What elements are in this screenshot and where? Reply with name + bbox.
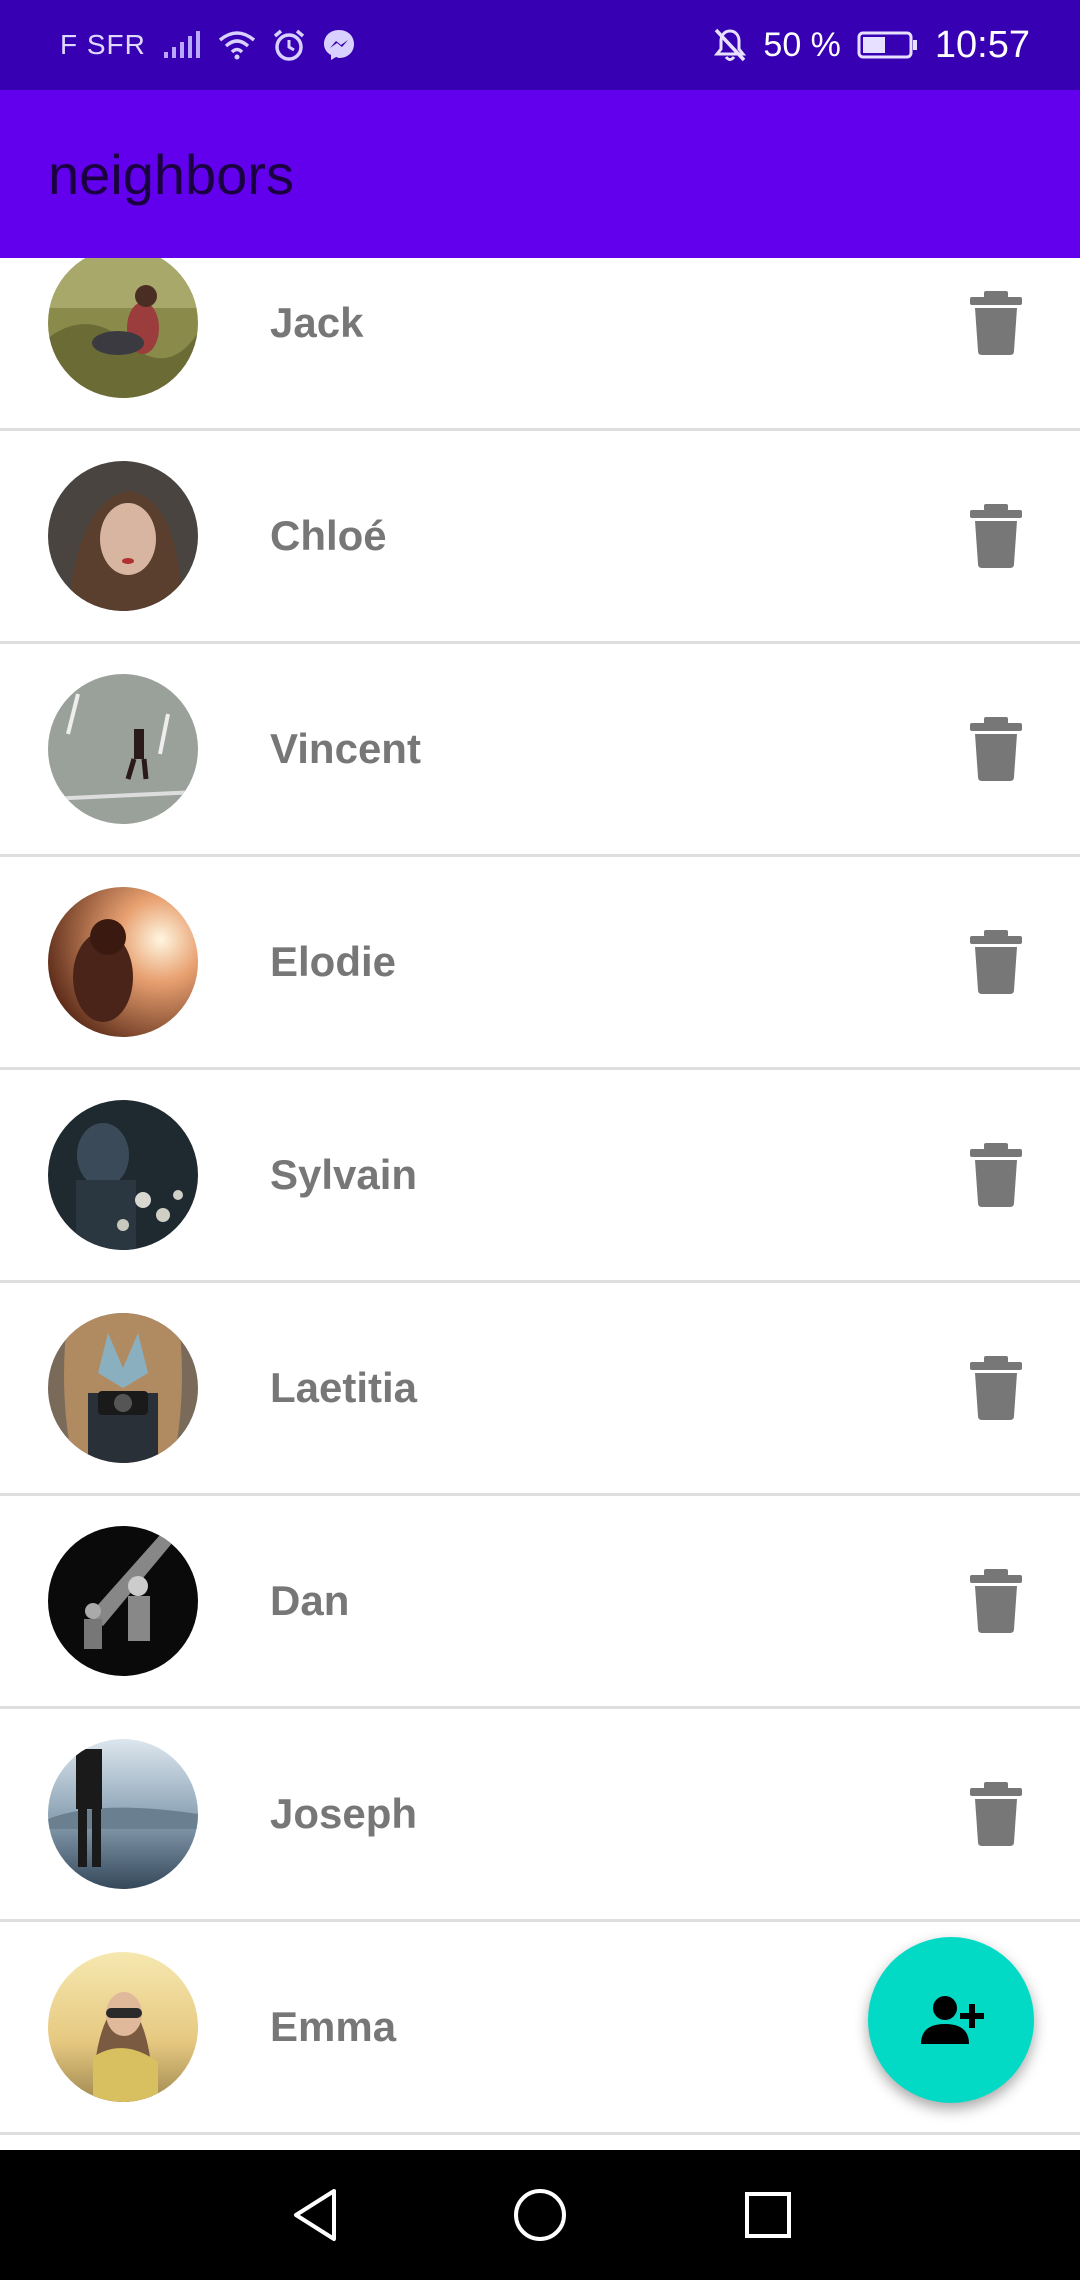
neighbors-list[interactable]: Jack Chloé Vincent Elodie Sylvain Laetit…	[0, 258, 1080, 2150]
delete-icon[interactable]	[968, 1569, 1024, 1633]
avatar	[48, 461, 198, 611]
avatar	[48, 1952, 198, 2102]
avatar	[48, 1526, 198, 1676]
app-bar: neighbors	[0, 90, 1080, 258]
messenger-icon	[322, 28, 356, 62]
battery-icon	[857, 30, 919, 60]
delete-icon[interactable]	[968, 717, 1024, 781]
carrier-label: F SFR	[60, 29, 146, 60]
add-neighbor-button[interactable]	[868, 1937, 1034, 2103]
list-item[interactable]: Jack	[0, 258, 1080, 431]
delete-icon[interactable]	[968, 291, 1024, 355]
neighbor-name: Chloé	[270, 512, 387, 559]
list-item[interactable]: Dan	[0, 1496, 1080, 1709]
signal-icon	[162, 30, 202, 60]
neighbor-name: Dan	[270, 1577, 350, 1624]
neighbor-name: Emma	[270, 2003, 397, 2050]
avatar	[48, 1739, 198, 1889]
recents-icon[interactable]	[736, 2183, 800, 2247]
navigation-bar	[0, 2150, 1080, 2280]
avatar	[48, 1313, 198, 1463]
wifi-icon	[218, 30, 256, 60]
avatar	[48, 258, 198, 398]
page-title: neighbors	[48, 142, 294, 206]
delete-icon[interactable]	[968, 1143, 1024, 1207]
list-item[interactable]: Laetitia	[0, 1283, 1080, 1496]
bell-off-icon	[713, 27, 747, 63]
neighbor-name: Laetitia	[270, 1364, 418, 1411]
status-bar: F SFR 50 % 10:57	[0, 0, 1080, 90]
list-item[interactable]: Vincent	[0, 644, 1080, 857]
list-item[interactable]: Sylvain	[0, 1070, 1080, 1283]
list-item[interactable]: Chloé	[0, 431, 1080, 644]
delete-icon[interactable]	[968, 930, 1024, 994]
list-item[interactable]: Joseph	[0, 1709, 1080, 1922]
status-right: 50 % 10:57	[713, 24, 1030, 67]
avatar	[48, 1100, 198, 1250]
neighbor-name: Vincent	[270, 725, 421, 772]
neighbor-name: Joseph	[270, 1790, 418, 1837]
avatar	[48, 887, 198, 1037]
person-add-icon	[921, 1996, 984, 2044]
back-icon[interactable]	[284, 2183, 348, 2247]
delete-icon[interactable]	[968, 504, 1024, 568]
home-icon[interactable]	[508, 2183, 572, 2247]
battery-percent: 50 %	[763, 25, 841, 64]
delete-icon[interactable]	[968, 1782, 1024, 1846]
status-left: F SFR	[60, 28, 356, 62]
alarm-icon	[272, 28, 306, 62]
clock: 10:57	[934, 23, 1030, 66]
neighbor-name: Elodie	[270, 938, 397, 985]
neighbors-list-content: Jack Chloé Vincent Elodie Sylvain Laetit…	[0, 258, 1080, 2135]
avatar	[48, 674, 198, 824]
neighbor-name: Sylvain	[270, 1151, 418, 1198]
delete-icon[interactable]	[968, 1356, 1024, 1420]
list-item[interactable]: Elodie	[0, 857, 1080, 1070]
neighbor-name: Jack	[270, 299, 364, 346]
